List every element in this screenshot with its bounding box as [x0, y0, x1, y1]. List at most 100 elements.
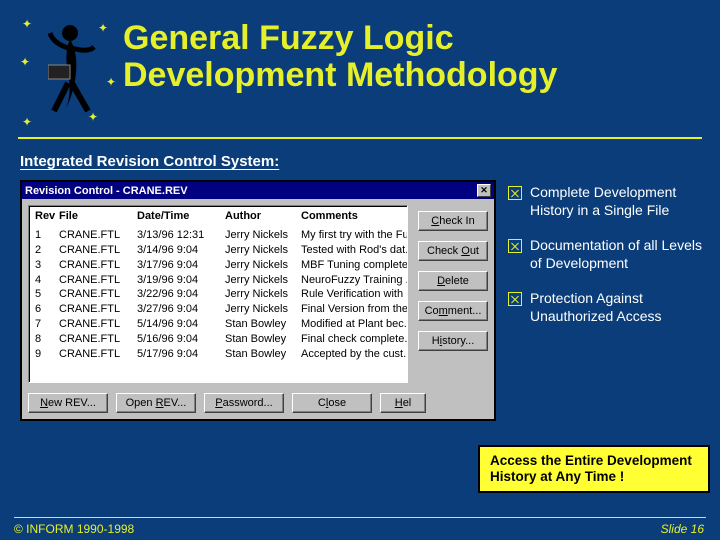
copyright-text: © INFORM 1990-1998 — [14, 522, 134, 536]
logo-graphic: ✦ ✦ ✦ ✦ ✦ ✦ — [18, 15, 113, 125]
password-button[interactable]: Password... — [204, 393, 284, 413]
list-header: Rev File Date/Time Author Comments — [35, 210, 401, 222]
cell-datetime: 3/14/96 9:04 — [137, 243, 225, 258]
cell-file: CRANE.FTL — [59, 258, 137, 273]
history-button[interactable]: History... — [418, 331, 488, 351]
bullet-text: Protection Against Unauthorized Access — [530, 290, 705, 325]
slide-header: ✦ ✦ ✦ ✦ ✦ ✦ General Fuzzy Logic Developm… — [0, 0, 720, 135]
cell-rev: 8 — [35, 332, 59, 347]
revision-list[interactable]: Rev File Date/Time Author Comments 1CRAN… — [28, 205, 408, 383]
bullet-item: Protection Against Unauthorized Access — [508, 290, 705, 325]
help-button[interactable]: Hel — [380, 393, 426, 413]
cell-datetime: 3/19/96 9:04 — [137, 273, 225, 288]
comment-button[interactable]: Comment... — [418, 301, 488, 321]
close-icon[interactable]: ✕ — [477, 184, 491, 197]
check-in-button[interactable]: Check In — [418, 211, 488, 231]
cell-author: Jerry Nickels — [225, 243, 301, 258]
cell-author: Jerry Nickels — [225, 302, 301, 317]
bullet-item: Complete Development History in a Single… — [508, 184, 705, 219]
cell-author: Stan Bowley — [225, 317, 301, 332]
bullet-text: Complete Development History in a Single… — [530, 184, 705, 219]
cell-comment: Accepted by the cust. — [301, 347, 406, 362]
close-button[interactable]: Close — [292, 393, 372, 413]
cell-author: Jerry Nickels — [225, 273, 301, 288]
footer-separator — [14, 517, 706, 518]
cell-rev: 2 — [35, 243, 59, 258]
callout-box: Access the Entire Development History at… — [478, 445, 710, 493]
bottom-button-group: New REV... Open REV... Password... Close… — [28, 383, 488, 413]
cell-rev: 6 — [35, 302, 59, 317]
cell-comment: Modified at Plant bec. — [301, 317, 407, 332]
slide-footer: © INFORM 1990-1998 Slide 16 — [0, 522, 720, 536]
cell-datetime: 5/17/96 9:04 — [137, 347, 225, 362]
col-file: File — [59, 210, 137, 222]
delete-button[interactable]: Delete — [418, 271, 488, 291]
bullet-item: Documentation of all Levels of Developme… — [508, 237, 705, 272]
section-subtitle: Integrated Revision Control System: — [20, 153, 720, 170]
cell-rev: 3 — [35, 258, 59, 273]
cell-author: Jerry Nickels — [225, 287, 301, 302]
cell-file: CRANE.FTL — [59, 347, 137, 362]
cell-datetime: 3/22/96 9:04 — [137, 287, 225, 302]
dialog-title: Revision Control - CRANE.REV — [25, 185, 188, 197]
cell-datetime: 3/13/96 12:31 — [137, 228, 225, 243]
table-row[interactable]: 4CRANE.FTL3/19/96 9:04Jerry NickelsNeuro… — [35, 273, 401, 288]
table-row[interactable]: 9CRANE.FTL5/17/96 9:04Stan BowleyAccepte… — [35, 347, 401, 362]
bullet-icon — [508, 239, 522, 253]
table-row[interactable]: 3CRANE.FTL3/17/96 9:04Jerry NickelsMBF T… — [35, 258, 401, 273]
table-row[interactable]: 2CRANE.FTL3/14/96 9:04Jerry NickelsTeste… — [35, 243, 401, 258]
title-separator — [18, 137, 702, 139]
cell-author: Jerry Nickels — [225, 258, 301, 273]
cell-comment: My first try with the Fuz. — [301, 228, 408, 243]
side-button-group: Check In Check Out Delete Comment... His… — [418, 211, 488, 351]
cell-author: Jerry Nickels — [225, 228, 301, 243]
bullet-icon — [508, 186, 522, 200]
cell-comment: Rule Verification with . — [301, 287, 408, 302]
content-area: Revision Control - CRANE.REV ✕ Rev File … — [0, 180, 720, 421]
dialog-titlebar: Revision Control - CRANE.REV ✕ — [22, 182, 494, 199]
table-row[interactable]: 1CRANE.FTL3/13/96 12:31Jerry NickelsMy f… — [35, 228, 401, 243]
table-row[interactable]: 5CRANE.FTL3/22/96 9:04Jerry NickelsRule … — [35, 287, 401, 302]
cell-author: Stan Bowley — [225, 347, 301, 362]
col-datetime: Date/Time — [137, 210, 225, 222]
title-line2: Development Methodology — [123, 56, 557, 94]
bullet-text: Documentation of all Levels of Developme… — [530, 237, 705, 272]
slide-number: Slide 16 — [661, 522, 704, 536]
revision-control-dialog: Revision Control - CRANE.REV ✕ Rev File … — [20, 180, 496, 421]
cell-file: CRANE.FTL — [59, 317, 137, 332]
cell-file: CRANE.FTL — [59, 243, 137, 258]
cell-rev: 9 — [35, 347, 59, 362]
cell-comment: Final Version from the. — [301, 302, 408, 317]
dialog-body: Rev File Date/Time Author Comments 1CRAN… — [22, 199, 494, 419]
col-author: Author — [225, 210, 301, 222]
slide-title: General Fuzzy Logic Development Methodol… — [123, 20, 557, 95]
table-row[interactable]: 7CRANE.FTL5/14/96 9:04Stan BowleyModifie… — [35, 317, 401, 332]
cell-file: CRANE.FTL — [59, 332, 137, 347]
check-out-button[interactable]: Check Out — [418, 241, 488, 261]
cell-file: CRANE.FTL — [59, 228, 137, 243]
cell-comment: MBF Tuning complete. — [301, 258, 408, 273]
cell-datetime: 5/14/96 9:04 — [137, 317, 225, 332]
cell-file: CRANE.FTL — [59, 302, 137, 317]
cell-comment: NeuroFuzzy Training . — [301, 273, 408, 288]
cell-comment: Tested with Rod's dat. — [301, 243, 408, 258]
cell-rev: 4 — [35, 273, 59, 288]
col-comments: Comments — [301, 210, 401, 222]
cell-rev: 5 — [35, 287, 59, 302]
open-rev-button[interactable]: Open REV... — [116, 393, 196, 413]
cell-file: CRANE.FTL — [59, 287, 137, 302]
title-line1: General Fuzzy Logic — [123, 19, 454, 57]
cell-rev: 7 — [35, 317, 59, 332]
table-row[interactable]: 8CRANE.FTL5/16/96 9:04Stan BowleyFinal c… — [35, 332, 401, 347]
table-row[interactable]: 6CRANE.FTL3/27/96 9:04Jerry NickelsFinal… — [35, 302, 401, 317]
bullet-list: Complete Development History in a Single… — [508, 180, 705, 421]
cell-datetime: 3/17/96 9:04 — [137, 258, 225, 273]
bullet-icon — [508, 292, 522, 306]
cell-file: CRANE.FTL — [59, 273, 137, 288]
new-rev-button[interactable]: New REV... — [28, 393, 108, 413]
cell-datetime: 5/16/96 9:04 — [137, 332, 225, 347]
cell-author: Stan Bowley — [225, 332, 301, 347]
cell-comment: Final check complete. — [301, 332, 407, 347]
cell-rev: 1 — [35, 228, 59, 243]
dancer-icon — [48, 23, 96, 113]
